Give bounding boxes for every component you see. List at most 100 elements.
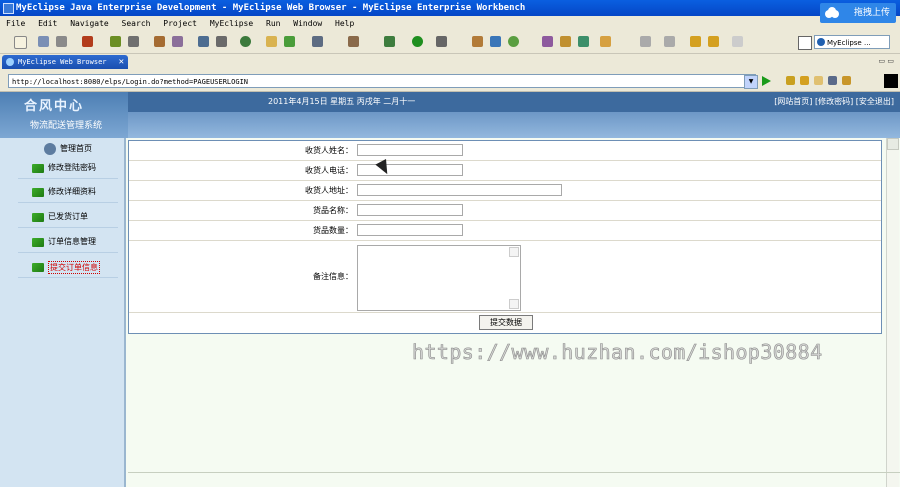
screen-icon[interactable] bbox=[312, 36, 323, 47]
url-input[interactable]: http://localhost:8080/elps/Login.do?meth… bbox=[8, 74, 756, 88]
sidebar-header[interactable]: 管理首页 bbox=[0, 140, 128, 158]
save-icon[interactable] bbox=[38, 36, 49, 47]
goods-name-label: 货品名称： bbox=[313, 206, 353, 215]
open-type-icon[interactable] bbox=[542, 36, 553, 47]
consignee-address-input[interactable] bbox=[357, 184, 562, 196]
refresh-icon[interactable] bbox=[284, 36, 295, 47]
date-text: 2011年4月15日 星期五 丙戌年 二月十一 bbox=[268, 97, 416, 106]
url-dropdown-chevron-down-icon[interactable]: ▼ bbox=[744, 75, 758, 89]
consignee-phone-input[interactable] bbox=[357, 164, 463, 176]
menu-file[interactable]: File bbox=[6, 19, 25, 28]
sidebar-item-label: 订单信息管理 bbox=[48, 237, 96, 246]
sidebar-item-edit-profile[interactable]: 修改详细资料 bbox=[18, 182, 118, 203]
minimize-maximize-icon[interactable]: ▭ ▭ bbox=[879, 57, 894, 65]
consignee-address-label: 收货人地址： bbox=[305, 186, 353, 195]
sidebar-item-label: 修改详细资料 bbox=[48, 187, 96, 196]
sidebar-item-label: 提交订单信息 bbox=[48, 261, 100, 274]
forward-icon[interactable] bbox=[814, 76, 823, 85]
green-arrow-icon bbox=[32, 164, 44, 173]
consignee-name-label: 收货人姓名： bbox=[305, 146, 353, 155]
new-file-icon[interactable] bbox=[14, 36, 27, 49]
annotation-icon[interactable] bbox=[600, 36, 611, 47]
package-icon[interactable] bbox=[348, 36, 359, 47]
menu-edit[interactable]: Edit bbox=[38, 19, 57, 28]
class-wizard-icon[interactable] bbox=[172, 36, 183, 47]
sidebar-header-label: 管理首页 bbox=[60, 144, 92, 153]
database-icon[interactable] bbox=[128, 36, 139, 47]
textarea-scroll-up[interactable] bbox=[509, 247, 519, 257]
menu-search[interactable]: Search bbox=[122, 19, 151, 28]
menu-bar: File Edit Navigate Search Project MyEcli… bbox=[0, 16, 900, 31]
print-icon[interactable] bbox=[56, 36, 67, 47]
submit-button[interactable]: 提交数据 bbox=[479, 315, 533, 330]
back-nav-icon[interactable] bbox=[690, 36, 701, 47]
cloud-icon bbox=[825, 7, 839, 18]
menu-navigate[interactable]: Navigate bbox=[70, 19, 109, 28]
run-icon[interactable] bbox=[412, 36, 423, 47]
green-arrow-icon bbox=[32, 238, 44, 247]
logo-area: 合风中心 物流配送管理系统 bbox=[0, 92, 128, 138]
header-banner bbox=[128, 112, 900, 138]
menu-project[interactable]: Project bbox=[163, 19, 197, 28]
goods-name-input[interactable] bbox=[357, 204, 463, 216]
order-form: 收货人姓名： 收货人电话： 收货人地址： 货品名称： 货品数量： 备注信息： 提… bbox=[128, 140, 882, 334]
open-perspective-button[interactable] bbox=[798, 36, 812, 50]
deploy-icon[interactable] bbox=[82, 36, 93, 47]
next-annotation-icon[interactable] bbox=[640, 36, 651, 47]
consignee-name-input[interactable] bbox=[357, 144, 463, 156]
favorite-icon[interactable] bbox=[786, 76, 795, 85]
form-row: 收货人姓名： bbox=[129, 141, 881, 161]
sidebar-item-submit-order[interactable]: 提交订单信息 bbox=[18, 257, 118, 278]
new-package-icon[interactable] bbox=[472, 36, 483, 47]
last-edit-icon[interactable] bbox=[732, 36, 743, 47]
jsp-icon[interactable] bbox=[216, 36, 227, 47]
browser-nav-icons bbox=[786, 76, 856, 88]
scroll-up-button[interactable] bbox=[887, 138, 899, 150]
search-toolbar-icon[interactable] bbox=[560, 36, 571, 47]
menu-run[interactable]: Run bbox=[266, 19, 280, 28]
green-arrow-icon bbox=[32, 188, 44, 197]
sidebar-item-shipped-orders[interactable]: 已发货订单 bbox=[18, 207, 118, 228]
tab-label: MyEclipse Web Browser bbox=[18, 58, 107, 66]
web-project-icon[interactable] bbox=[198, 36, 209, 47]
form-row: 货品名称： bbox=[129, 201, 881, 221]
goods-quantity-label: 货品数量： bbox=[313, 226, 353, 235]
refresh-browser-icon[interactable] bbox=[842, 76, 851, 85]
main-panel: 收货人姓名： 收货人电话： 收货人地址： 货品名称： 货品数量： 备注信息： 提… bbox=[124, 138, 900, 487]
forward-nav-icon[interactable] bbox=[708, 36, 719, 47]
server-icon[interactable] bbox=[110, 36, 121, 47]
stop-icon[interactable] bbox=[828, 76, 837, 85]
go-icon[interactable] bbox=[762, 76, 771, 86]
prev-annotation-icon[interactable] bbox=[664, 36, 675, 47]
perspective-switcher[interactable]: MyEclipse ... bbox=[814, 35, 890, 49]
goods-quantity-input[interactable] bbox=[357, 224, 463, 236]
menu-myeclipse[interactable]: MyEclipse bbox=[210, 19, 253, 28]
upload-button[interactable]: 拖拽上传 bbox=[820, 3, 896, 23]
menu-window[interactable]: Window bbox=[293, 19, 322, 28]
menu-help[interactable]: Help bbox=[335, 19, 354, 28]
form-row: 收货人地址： bbox=[129, 181, 881, 201]
back-icon[interactable] bbox=[800, 76, 809, 85]
sidebar-item-change-password[interactable]: 修改登陆密码 bbox=[18, 158, 118, 179]
window-title: MyEclipse Java Enterprise Development - … bbox=[16, 3, 526, 13]
form-row: 货品数量： bbox=[129, 221, 881, 241]
textarea-scroll-down[interactable] bbox=[509, 299, 519, 309]
close-icon[interactable]: ✕ bbox=[119, 55, 124, 69]
task-icon[interactable] bbox=[578, 36, 589, 47]
new-interface-icon[interactable] bbox=[508, 36, 519, 47]
browser-icon[interactable] bbox=[240, 36, 251, 47]
vertical-scrollbar[interactable] bbox=[886, 138, 899, 487]
open-folder-icon[interactable] bbox=[266, 36, 277, 47]
wizard-icon[interactable] bbox=[154, 36, 165, 47]
consignee-phone-label: 收货人电话： bbox=[305, 166, 353, 175]
watermark-text: https://www.huzhan.com/ishop30884 bbox=[412, 340, 823, 365]
tab-web-browser[interactable]: MyEclipse Web Browser ✕ bbox=[2, 55, 128, 69]
main-toolbar bbox=[0, 31, 900, 54]
notes-textarea[interactable] bbox=[357, 245, 521, 311]
new-class-icon[interactable] bbox=[490, 36, 501, 47]
debug-icon[interactable] bbox=[384, 36, 395, 47]
external-tools-icon[interactable] bbox=[436, 36, 447, 47]
myeclipse-app-icon bbox=[3, 3, 14, 14]
sidebar-item-order-management[interactable]: 订单信息管理 bbox=[18, 232, 118, 253]
top-links[interactable]: [网站首页] [修改密码] [安全退出] bbox=[774, 92, 894, 112]
